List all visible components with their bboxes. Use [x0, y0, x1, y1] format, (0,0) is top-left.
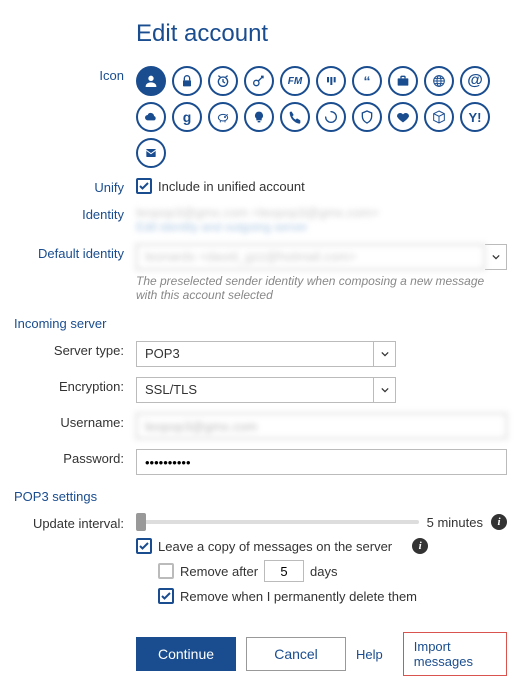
help-link[interactable]: Help: [356, 647, 383, 662]
shield-icon[interactable]: [352, 102, 382, 132]
icon-grid: FM “ @ g Y!: [136, 66, 496, 168]
chevron-down-icon[interactable]: [374, 377, 396, 403]
password-label: Password:: [14, 449, 136, 466]
cancel-button[interactable]: Cancel: [246, 637, 346, 671]
username-label: Username:: [14, 413, 136, 430]
quotes-icon[interactable]: “: [352, 66, 382, 96]
heart-icon[interactable]: [388, 102, 418, 132]
spinner-icon[interactable]: [316, 102, 346, 132]
leave-copy-label: Leave a copy of messages on the server: [158, 539, 392, 554]
server-type-label: Server type:: [14, 341, 136, 358]
server-type-select[interactable]: POP3: [136, 341, 374, 367]
leave-copy-checkbox[interactable]: [136, 538, 152, 554]
info-icon[interactable]: i: [491, 514, 507, 530]
update-interval-slider[interactable]: [136, 520, 419, 524]
chevron-down-icon[interactable]: [485, 244, 507, 270]
password-input[interactable]: [136, 449, 507, 475]
username-input[interactable]: [136, 413, 507, 439]
edit-identity-link[interactable]: Edit identity and outgoing server: [136, 220, 507, 234]
encryption-select[interactable]: SSL/TLS: [136, 377, 374, 403]
bulb-icon[interactable]: [244, 102, 274, 132]
alarm-icon[interactable]: [208, 66, 238, 96]
encryption-label: Encryption:: [14, 377, 136, 394]
default-identity-select[interactable]: leonardo <david_gzz@hotmail.com>: [136, 244, 485, 270]
incoming-server-header: Incoming server: [14, 316, 507, 331]
remove-delete-checkbox[interactable]: [158, 588, 174, 604]
lock-icon[interactable]: [172, 66, 202, 96]
cloud-icon[interactable]: [136, 102, 166, 132]
outlook-icon[interactable]: [136, 138, 166, 168]
default-identity-label: Default identity: [14, 244, 136, 261]
unify-text: Include in unified account: [158, 179, 305, 194]
remove-after-checkbox[interactable]: [158, 563, 174, 579]
pop3-settings-header: POP3 settings: [14, 489, 507, 504]
remove-delete-label: Remove when I permanently delete them: [180, 589, 417, 604]
unify-label: Unify: [14, 178, 136, 195]
update-interval-label: Update interval:: [14, 514, 136, 531]
person-icon[interactable]: [136, 66, 166, 96]
import-messages-link[interactable]: Import messages: [403, 632, 507, 676]
identity-label: Identity: [14, 205, 136, 222]
briefcase-icon[interactable]: [388, 66, 418, 96]
key-icon[interactable]: [244, 66, 274, 96]
at-icon[interactable]: @: [460, 66, 490, 96]
globe-icon[interactable]: [424, 66, 454, 96]
page-title: Edit account: [136, 20, 507, 48]
identity-value: leopop3@gmx.com <leopop3@gmx.com>: [136, 205, 507, 220]
continue-button[interactable]: Continue: [136, 637, 236, 671]
unify-checkbox[interactable]: [136, 178, 152, 194]
phone-icon[interactable]: [280, 102, 310, 132]
fm-icon[interactable]: FM: [280, 66, 310, 96]
cube-icon[interactable]: [424, 102, 454, 132]
info-icon[interactable]: i: [412, 538, 428, 554]
slider-thumb[interactable]: [136, 513, 146, 531]
remove-after-label-before: Remove after: [180, 564, 258, 579]
mastodon-icon[interactable]: [316, 66, 346, 96]
chevron-down-icon[interactable]: [374, 341, 396, 367]
yahoo-icon[interactable]: Y!: [460, 102, 490, 132]
google-icon[interactable]: g: [172, 102, 202, 132]
icon-label: Icon: [14, 66, 136, 83]
remove-after-label-after: days: [310, 564, 337, 579]
piggy-icon[interactable]: [208, 102, 238, 132]
default-identity-hint: The preselected sender identity when com…: [136, 274, 507, 302]
interval-value: 5 minutes: [427, 515, 483, 530]
remove-after-days-input[interactable]: [264, 560, 304, 582]
